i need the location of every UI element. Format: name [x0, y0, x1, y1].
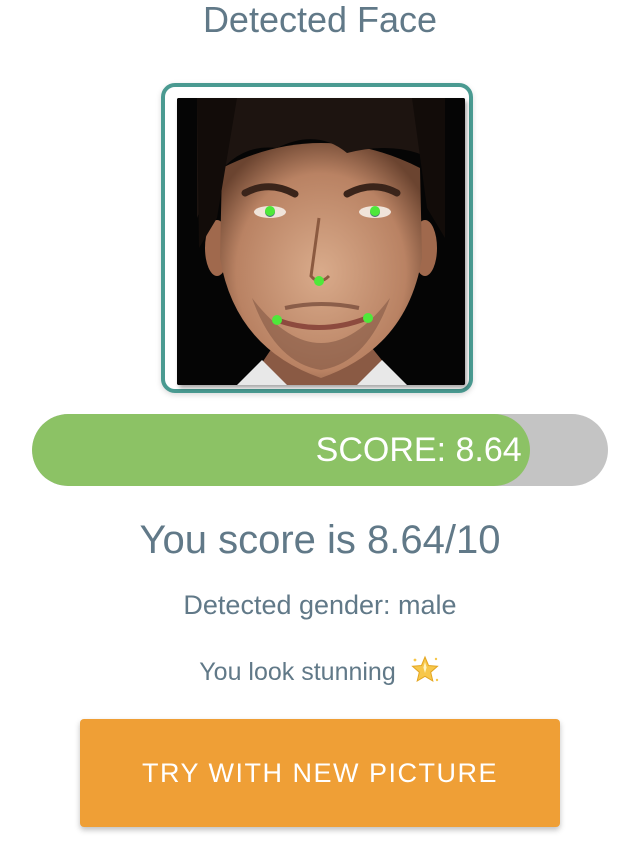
score-progress-label: SCORE: 8.64	[315, 431, 522, 469]
score-progress-bar: SCORE: 8.64	[32, 414, 608, 486]
comment-line: You look stunning	[0, 654, 640, 688]
sparkle-star-icon	[410, 655, 439, 683]
face-illustration	[177, 98, 465, 385]
comment-text: You look stunning	[199, 658, 396, 686]
page-title: Detected Face	[202, 0, 438, 40]
detected-gender-text: Detected gender: male	[183, 590, 457, 620]
face-photo	[177, 98, 465, 385]
landmark-nose	[314, 276, 324, 286]
score-progress-fill: SCORE: 8.64	[32, 414, 530, 486]
landmark-left-eye	[265, 206, 275, 216]
try-new-picture-button[interactable]: TRY WITH NEW PICTURE	[80, 719, 560, 827]
landmark-mouth-left	[272, 315, 282, 325]
landmark-right-eye	[370, 206, 380, 216]
landmark-mouth-right	[363, 313, 373, 323]
score-result-text: You score is 8.64/10	[139, 518, 501, 562]
